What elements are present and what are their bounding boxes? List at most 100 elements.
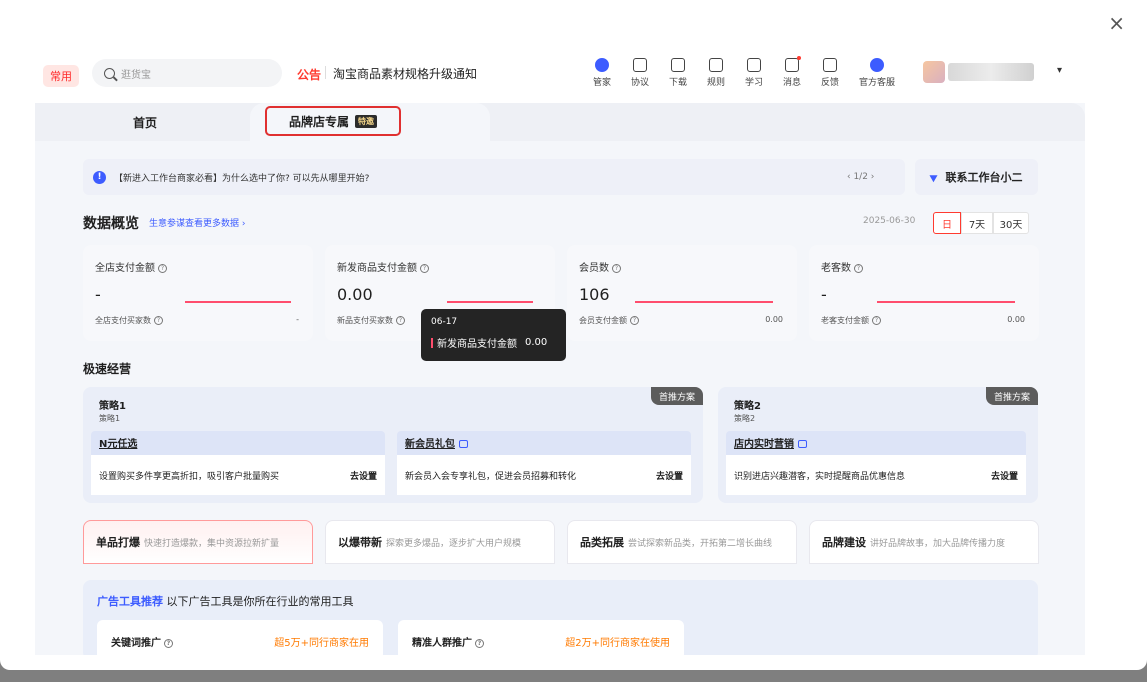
account-name-blurred[interactable] — [948, 63, 1034, 81]
range-day[interactable]: 日 — [933, 212, 961, 234]
chevron-down-icon[interactable]: ▾ — [1057, 65, 1062, 76]
tool-agreement[interactable]: 协议 — [621, 55, 659, 103]
mode-desc: 讲好品牌故事，加大品牌传播力度 — [870, 538, 1006, 549]
mode-tab-category[interactable]: 品类拓展 尝试探索新品类，开拓第二增长曲线 — [567, 520, 797, 564]
banner-pager[interactable]: ‹ 1/2 › — [847, 172, 874, 182]
recommend-badge: 首推方案 — [985, 387, 1038, 405]
range-7d[interactable]: 7天 — [961, 212, 993, 234]
rules-icon — [709, 58, 723, 72]
tool-message[interactable]: 消息 — [773, 55, 811, 103]
recommend-badge: 首推方案 — [650, 387, 703, 405]
ad-tools-section: 广告工具推荐 以下广告工具是你所在行业的常用工具 关键词推广? 超5万+同行商家… — [83, 580, 1038, 655]
fast-title: 极速经营 — [83, 362, 132, 376]
item-name[interactable]: 店内实时营销 — [734, 439, 794, 450]
notice-link[interactable]: 淘宝商品素材规格升级通知 — [333, 65, 477, 82]
mode-tab-hit-new[interactable]: 以爆带新 探索更多爆品，逐步扩大用户规模 — [325, 520, 555, 564]
range-selector: 日 7天 30天 — [933, 212, 1029, 234]
sparkline — [877, 301, 1015, 303]
ad-name: 关键词推广 — [111, 638, 161, 649]
item-name[interactable]: 新会员礼包 — [405, 439, 455, 450]
help-icon[interactable]: ? — [475, 638, 484, 648]
help-icon[interactable]: ? — [158, 263, 167, 273]
overview-date: 2025-06-30 — [863, 216, 916, 226]
help-icon[interactable]: ? — [872, 316, 881, 325]
agreement-icon — [633, 58, 647, 72]
help-icon[interactable]: ? — [612, 263, 621, 273]
workbench-frame: 常用 逛货宝 公告 淘宝商品素材规格升级通知 管家 协议 下载 规则 学习 消息… — [35, 55, 1085, 655]
setup-button[interactable]: 去设置 — [656, 469, 683, 482]
ad-usage: 超2万+同行商家在使用 — [565, 638, 670, 649]
metric-card-members[interactable]: 会员数? 106 会员支付金额? 0.00 — [567, 245, 797, 341]
overview-more-link[interactable]: 生意参谋查看更多数据 › — [149, 216, 245, 229]
help-icon[interactable]: ? — [396, 316, 405, 325]
tab-bar: 首页 品牌店专属 特邀 — [35, 103, 1085, 141]
banner-text: 【新进入工作台商家必看】为什么选中了你? 可以先从哪里开始? — [114, 173, 370, 184]
mode-desc: 尝试探索新品类，开拓第二增长曲线 — [628, 538, 773, 549]
tab-brand-label: 品牌店专属 — [288, 114, 349, 129]
marketing-icon — [798, 440, 807, 448]
strategy-item[interactable]: 新会员礼包 新会员入会专享礼包，促进会员招募和转化 去设置 — [397, 431, 691, 495]
ad-card-keyword[interactable]: 关键词推广? 超5万+同行商家在用 — [97, 620, 383, 655]
setup-button[interactable]: 去设置 — [350, 469, 377, 482]
notice-label: 公告 — [297, 68, 322, 82]
special-badge: 特邀 — [355, 114, 377, 128]
metric-label: 会员数 — [579, 263, 609, 274]
help-icon[interactable]: ? — [630, 316, 639, 325]
tooltip-date: 06-17 — [431, 317, 458, 327]
tool-rules[interactable]: 规则 — [697, 55, 735, 103]
tab-home[interactable]: 首页 — [35, 103, 255, 141]
item-desc: 识别进店兴趣潜客，实时提醒商品优惠信息 — [734, 471, 906, 482]
support-icon — [870, 58, 884, 72]
item-name[interactable]: N元任选 — [99, 439, 137, 450]
contact-button[interactable]: 联系工作台小二 — [915, 159, 1038, 195]
sub-metric-value: 0.00 — [1007, 315, 1025, 324]
ad-subtitle: 以下广告工具是你所在行业的常用工具 — [166, 595, 354, 608]
download-icon — [671, 58, 685, 72]
mode-desc: 探索更多爆品，逐步扩大用户规模 — [386, 538, 522, 549]
contact-label: 联系工作台小二 — [945, 171, 1023, 184]
avatar[interactable] — [923, 61, 945, 83]
sub-metric-label: 新品支付买家数 — [337, 316, 393, 325]
metric-label: 全店支付金额 — [95, 263, 155, 274]
item-desc: 新会员入会专享礼包，促进会员招募和转化 — [405, 471, 577, 482]
sub-metric-label: 全店支付买家数 — [95, 316, 151, 325]
sub-metric-label: 老客支付金额 — [821, 316, 869, 325]
tab-brand-exclusive[interactable]: 品牌店专属 特邀 — [265, 106, 401, 136]
strategy-item[interactable]: 店内实时营销 识别进店兴趣潜客，实时提醒商品优惠信息 去设置 — [726, 431, 1026, 495]
top-bar: 常用 逛货宝 公告 淘宝商品素材规格升级通知 管家 协议 下载 规则 学习 消息… — [35, 55, 1085, 103]
help-icon[interactable]: ? — [420, 263, 429, 273]
metric-card-store-pay[interactable]: 全店支付金额? - 全店支付买家数? - — [83, 245, 313, 341]
metric-card-returning[interactable]: 老客数? - 老客支付金额? 0.00 — [809, 245, 1039, 341]
learn-icon — [747, 58, 761, 72]
tool-feedback[interactable]: 反馈 — [811, 55, 849, 103]
setup-button[interactable]: 去设置 — [991, 469, 1018, 482]
tool-support[interactable]: 官方客服 — [849, 55, 905, 103]
mode-name: 以爆带新 — [338, 536, 382, 549]
mode-tab-single-hit[interactable]: 单品打爆 快速打造爆款，集中资源拉新扩量 — [83, 520, 313, 564]
search-placeholder: 逛货宝 — [121, 69, 151, 81]
search-icon — [104, 67, 115, 79]
strategy-item[interactable]: N元任选 设置购买多件享更高折扣，吸引客户批量购买 去设置 — [91, 431, 385, 495]
search-input[interactable]: 逛货宝 — [92, 59, 282, 87]
unread-dot — [797, 56, 801, 60]
tool-steward[interactable]: 管家 — [583, 55, 621, 103]
strategy-subtitle: 策略2 — [734, 414, 756, 423]
mode-tab-brand[interactable]: 品牌建设 讲好品牌故事，加大品牌传播力度 — [809, 520, 1039, 564]
tool-download[interactable]: 下载 — [659, 55, 697, 103]
message-icon — [785, 58, 799, 72]
announcement-banner[interactable]: ! 【新进入工作台商家必看】为什么选中了你? 可以先从哪里开始? — [83, 159, 905, 195]
help-icon[interactable]: ? — [854, 263, 863, 273]
help-icon[interactable]: ? — [164, 638, 173, 648]
help-icon[interactable]: ? — [154, 316, 163, 325]
tool-learn[interactable]: 学习 — [735, 55, 773, 103]
common-tag[interactable]: 常用 — [43, 65, 79, 87]
ad-card-audience[interactable]: 精准人群推广? 超2万+同行商家在使用 — [398, 620, 684, 655]
strategy-card-2: 首推方案 策略2 策略2 店内实时营销 识别进店兴趣潜客，实时提醒商品优惠信息 去… — [718, 387, 1038, 503]
strategy-title: 策略1 — [99, 401, 126, 412]
close-icon[interactable]: × — [1108, 13, 1125, 33]
series-marker — [431, 337, 433, 348]
steward-icon — [595, 58, 609, 72]
chart-tooltip: 06-17 新发商品支付金额 0.00 — [421, 309, 566, 361]
range-30d[interactable]: 30天 — [993, 212, 1029, 234]
item-desc: 设置购买多件享更高折扣，吸引客户批量购买 — [99, 471, 280, 482]
